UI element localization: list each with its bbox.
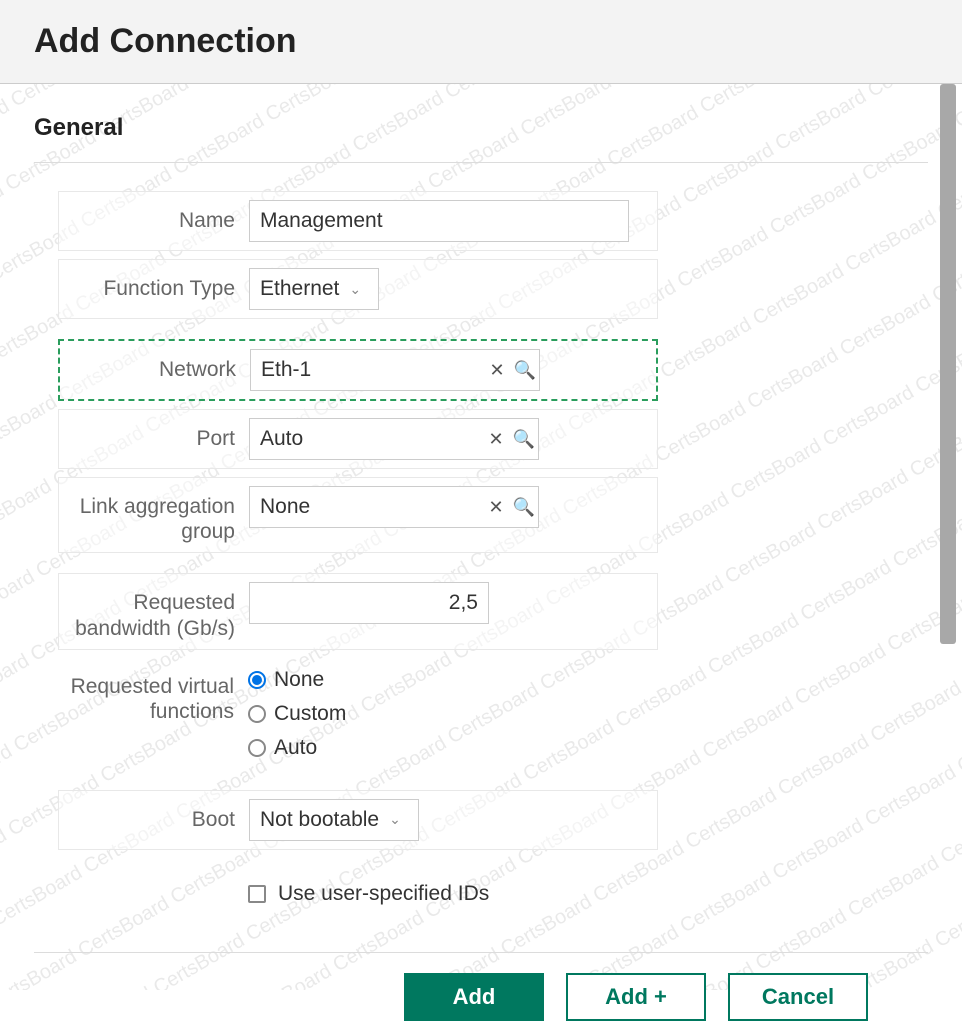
radio-icon (248, 671, 266, 689)
select-function-type-value: Ethernet (260, 277, 339, 301)
radio-label-none: None (274, 668, 324, 692)
radio-vf-none[interactable]: None (248, 666, 648, 694)
section-title-general: General (34, 114, 928, 142)
label-network: Network (60, 349, 250, 382)
input-name[interactable] (249, 200, 629, 242)
search-icon[interactable]: 🔍 (511, 360, 539, 381)
radio-label-auto: Auto (274, 736, 317, 760)
select-function-type[interactable]: Ethernet ⌄ (249, 268, 379, 310)
dialog-title: Add Connection (34, 22, 928, 61)
select-boot-value: Not bootable (260, 808, 379, 832)
row-function-type: Function Type Ethernet ⌄ (58, 259, 658, 319)
lookup-network[interactable]: Eth-1 ✕ 🔍 (250, 349, 540, 391)
checkbox-icon (248, 885, 266, 903)
footer-buttons: Add Add + Cancel (34, 973, 928, 1021)
lookup-lag-value: None (250, 495, 482, 519)
checkbox-user-ids[interactable]: Use user-specified IDs (248, 878, 648, 910)
chevron-down-icon: ⌄ (389, 811, 401, 828)
spacer (58, 878, 248, 886)
label-function-type: Function Type (59, 268, 249, 301)
row-user-ids: Use user-specified IDs (58, 870, 658, 924)
label-bandwidth: Requested bandwidth (Gb/s) (59, 582, 249, 640)
dialog-header: Add Connection (0, 0, 962, 84)
lookup-port[interactable]: Auto ✕ 🔍 (249, 418, 539, 460)
clear-icon[interactable]: ✕ (482, 429, 510, 450)
search-icon[interactable]: 🔍 (510, 497, 538, 518)
row-lag: Link aggregation group None ✕ 🔍 (58, 477, 658, 553)
row-boot: Boot Not bootable ⌄ (58, 790, 658, 850)
add-button[interactable]: Add (404, 973, 544, 1021)
label-port: Port (59, 418, 249, 451)
label-lag: Link aggregation group (59, 486, 249, 544)
divider (34, 952, 928, 953)
row-network: Network Eth-1 ✕ 🔍 (58, 339, 658, 401)
chevron-down-icon: ⌄ (349, 281, 361, 298)
scrollbar-thumb[interactable] (940, 84, 956, 644)
radio-label-custom: Custom (274, 702, 346, 726)
row-virtual-functions: Requested virtual functions None Custom … (58, 658, 658, 770)
row-name: Name (58, 191, 658, 251)
clear-icon[interactable]: ✕ (482, 497, 510, 518)
select-boot[interactable]: Not bootable ⌄ (249, 799, 419, 841)
clear-icon[interactable]: ✕ (483, 360, 511, 381)
checkbox-label-user-ids: Use user-specified IDs (278, 882, 489, 906)
radio-icon (248, 705, 266, 723)
row-port: Port Auto ✕ 🔍 (58, 409, 658, 469)
row-bandwidth: Requested bandwidth (Gb/s) (58, 573, 658, 649)
lookup-network-value: Eth-1 (251, 358, 483, 382)
dialog-content: General Name Function Type Ethernet ⌄ Ne… (0, 84, 962, 1021)
cancel-button[interactable]: Cancel (728, 973, 868, 1021)
label-name: Name (59, 200, 249, 233)
add-plus-button[interactable]: Add + (566, 973, 706, 1021)
radio-vf-auto[interactable]: Auto (248, 734, 648, 762)
lookup-lag[interactable]: None ✕ 🔍 (249, 486, 539, 528)
lookup-port-value: Auto (250, 427, 482, 451)
input-bandwidth[interactable] (249, 582, 489, 624)
divider (34, 162, 928, 163)
search-icon[interactable]: 🔍 (510, 429, 538, 450)
label-virtual-functions: Requested virtual functions (58, 666, 248, 724)
radio-icon (248, 739, 266, 757)
radio-vf-custom[interactable]: Custom (248, 700, 648, 728)
label-boot: Boot (59, 799, 249, 832)
